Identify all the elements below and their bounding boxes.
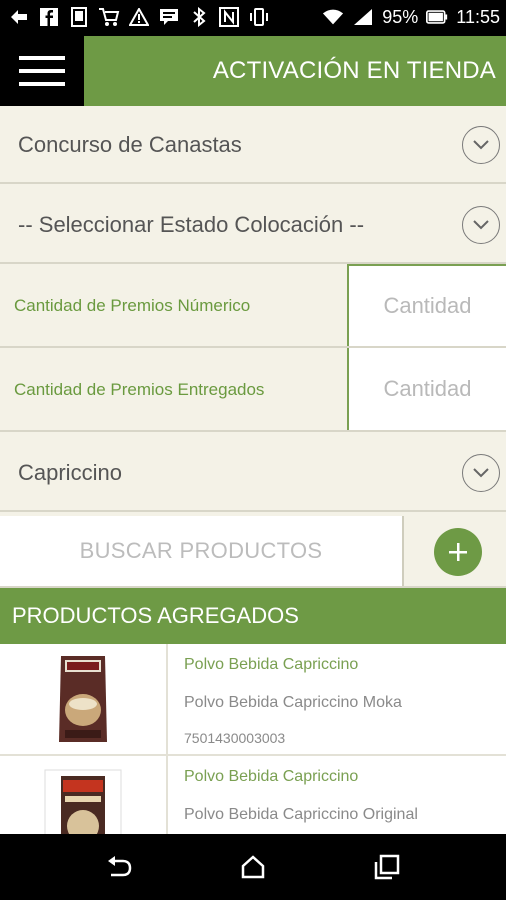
bluetooth-icon bbox=[188, 6, 210, 28]
back-arrow-icon bbox=[8, 6, 30, 28]
app-bar: ACTIVACIÓN EN TIENDA bbox=[0, 36, 506, 106]
prizes-number-row: Cantidad de Premios Númerico Cantidad bbox=[0, 264, 506, 348]
status-bar: 95% 11:55 bbox=[0, 0, 506, 36]
home-icon[interactable] bbox=[238, 852, 268, 882]
contest-select-value: Concurso de Canastas bbox=[18, 132, 242, 157]
signal-icon bbox=[352, 6, 374, 28]
system-nav-bar bbox=[0, 834, 506, 900]
placement-state-select[interactable]: -- Seleccionar Estado Colocación -- bbox=[0, 186, 506, 264]
recent-apps-icon[interactable] bbox=[372, 852, 402, 882]
prizes-delivered-input[interactable]: Cantidad bbox=[347, 348, 506, 430]
contest-select[interactable]: Concurso de Canastas bbox=[0, 106, 506, 184]
product-image bbox=[0, 756, 168, 834]
chat-icon bbox=[158, 6, 180, 28]
search-input[interactable]: BUSCAR PRODUCTOS bbox=[0, 516, 404, 586]
list-item[interactable]: Polvo Bebida Capriccino Polvo Bebida Cap… bbox=[0, 644, 506, 756]
wifi-icon bbox=[322, 6, 344, 28]
nfc-icon bbox=[218, 6, 240, 28]
clock: 11:55 bbox=[456, 6, 500, 27]
added-products-header: PRODUCTOS AGREGADOS bbox=[0, 588, 506, 644]
system-status: 95% 11:55 bbox=[322, 6, 500, 28]
chevron-down-icon[interactable] bbox=[462, 206, 500, 244]
product-description: Polvo Bebida Capriccino Moka bbox=[184, 694, 402, 711]
phone-icon bbox=[68, 6, 90, 28]
prizes-number-input[interactable]: Cantidad bbox=[347, 264, 506, 346]
list-item[interactable]: Polvo Bebida Capriccino Polvo Bebida Cap… bbox=[0, 756, 506, 834]
prizes-delivered-label: Cantidad de Premios Entregados bbox=[14, 380, 265, 399]
product-name: Polvo Bebida Capriccino bbox=[184, 656, 359, 673]
product-description: Polvo Bebida Capriccino Original bbox=[184, 806, 418, 823]
product-name: Polvo Bebida Capriccino bbox=[184, 768, 359, 785]
prizes-delivered-row: Cantidad de Premios Entregados Cantidad bbox=[0, 348, 506, 432]
hamburger-icon[interactable] bbox=[0, 36, 84, 106]
chevron-down-icon[interactable] bbox=[462, 126, 500, 164]
brand-select-value: Capriccino bbox=[18, 460, 122, 485]
placement-state-value: -- Seleccionar Estado Colocación -- bbox=[18, 212, 365, 237]
title-bar: ACTIVACIÓN EN TIENDA bbox=[84, 36, 506, 106]
product-image bbox=[0, 644, 168, 754]
plus-icon bbox=[449, 543, 467, 561]
cart-icon bbox=[98, 6, 120, 28]
warning-icon bbox=[128, 6, 150, 28]
prizes-number-label: Cantidad de Premios Númerico bbox=[14, 296, 251, 315]
chevron-down-icon[interactable] bbox=[462, 454, 500, 492]
page-title: ACTIVACIÓN EN TIENDA bbox=[212, 57, 496, 84]
product-search-row: BUSCAR PRODUCTOS bbox=[0, 516, 506, 588]
product-code: 7501430003003 bbox=[184, 730, 286, 746]
facebook-icon bbox=[38, 6, 60, 28]
back-icon[interactable] bbox=[104, 852, 134, 882]
add-product-button[interactable] bbox=[434, 528, 482, 576]
brand-select[interactable]: Capriccino bbox=[0, 434, 506, 512]
notification-icons bbox=[8, 6, 270, 28]
vibrate-icon bbox=[248, 6, 270, 28]
battery-icon bbox=[426, 6, 448, 28]
main-content: Concurso de Canastas -- Seleccionar Esta… bbox=[0, 106, 506, 834]
battery-percent: 95% bbox=[382, 6, 419, 27]
